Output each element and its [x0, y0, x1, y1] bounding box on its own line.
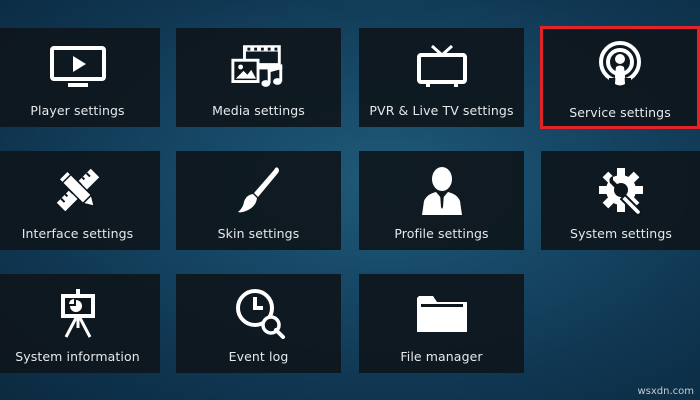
tile-system-information[interactable]: System information — [0, 274, 160, 373]
media-icon — [229, 42, 289, 92]
tile-label: System settings — [570, 226, 672, 241]
tile-player-settings[interactable]: Player settings — [0, 28, 160, 127]
tile-pvr-live-tv-settings[interactable]: PVR & Live TV settings — [359, 28, 524, 127]
tile-label: Skin settings — [217, 226, 300, 241]
tile-event-log[interactable]: Event log — [176, 274, 341, 373]
tile-label: Player settings — [30, 103, 125, 118]
tile-label: PVR & Live TV settings — [369, 103, 514, 118]
tile-profile-settings[interactable]: Profile settings — [359, 151, 524, 250]
tile-label: Profile settings — [394, 226, 489, 241]
gear-wrench-icon — [591, 165, 651, 216]
tile-file-manager[interactable]: File manager — [359, 274, 524, 373]
tv-antenna-icon — [412, 42, 472, 92]
paintbrush-icon — [229, 165, 289, 215]
monitor-play-icon — [48, 42, 108, 92]
clock-search-icon — [229, 288, 289, 339]
profile-person-icon — [412, 165, 472, 215]
tile-label: Service settings — [569, 105, 671, 120]
tile-service-settings[interactable]: Service settings — [540, 26, 700, 129]
tile-interface-settings[interactable]: Interface settings — [0, 151, 160, 250]
presentation-board-icon — [48, 288, 108, 338]
folder-icon — [412, 288, 472, 338]
tile-system-settings[interactable]: System settings — [541, 151, 700, 250]
tile-label: Media settings — [212, 103, 305, 118]
tile-label: File manager — [400, 349, 483, 364]
tile-label: Interface settings — [21, 226, 134, 241]
tile-label: Event log — [228, 349, 289, 364]
pencil-ruler-icon — [48, 165, 108, 215]
tile-skin-settings[interactable]: Skin settings — [176, 151, 341, 250]
watermark-text: wsxdn.com — [637, 386, 694, 397]
tile-media-settings[interactable]: Media settings — [176, 28, 341, 127]
podcast-broadcast-icon — [590, 40, 650, 90]
settings-grid: Player settings Media settings PVR & Liv… — [0, 0, 700, 400]
tile-label: System information — [15, 349, 140, 364]
